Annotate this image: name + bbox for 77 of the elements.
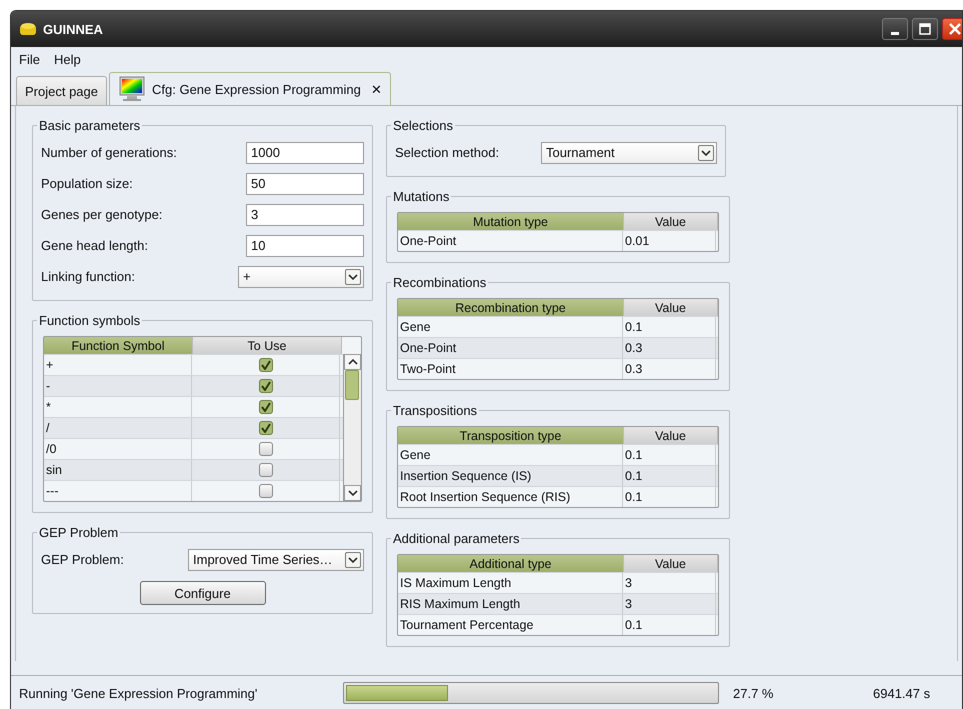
minimize-icon: [891, 32, 899, 34]
column-header[interactable]: Additional type: [398, 555, 624, 572]
table-cell: Insertion Sequence (IS): [398, 466, 623, 486]
group-title: GEP Problem: [38, 525, 120, 540]
dropdown[interactable]: +: [238, 266, 364, 288]
elapsed-time: 6941.47 s: [872, 686, 930, 700]
checkbox[interactable]: [258, 358, 272, 372]
table-cell: Two-Point: [398, 359, 623, 379]
field-label: Number of generations:: [41, 145, 177, 160]
tab[interactable]: Project page: [16, 76, 107, 105]
group-title: Basic parameters: [38, 118, 142, 133]
table-cell: 0.1: [623, 466, 716, 486]
table-cell: 0.3: [623, 338, 716, 358]
field-label: Selection method:: [395, 145, 500, 160]
app-logo-icon: [19, 21, 37, 37]
checkbox[interactable]: [258, 442, 272, 456]
minimize-button[interactable]: [882, 18, 908, 40]
status-text: Running 'Gene Expression Programming': [19, 686, 258, 700]
table-cell: sin: [44, 460, 192, 480]
column-header[interactable]: Value: [624, 555, 718, 572]
close-button[interactable]: [942, 18, 962, 40]
field-label: Genes per genotype:: [41, 207, 162, 222]
table-cell: /: [44, 418, 192, 438]
dropdown[interactable]: Improved Time Series…: [188, 548, 364, 570]
table-cell: ---: [44, 481, 192, 501]
scrollbar[interactable]: [343, 354, 361, 501]
group-title: Mutations: [392, 189, 450, 204]
checkbox[interactable]: [258, 400, 272, 414]
column-header[interactable]: To Use: [193, 337, 342, 354]
table-cell: Tournament Percentage: [398, 615, 623, 635]
table-cell: RIS Maximum Length: [398, 594, 623, 614]
tab[interactable]: Cfg: Gene Expression Programming ✕: [109, 72, 391, 105]
table-cell: 3: [623, 594, 716, 614]
group-title: Function symbols: [38, 313, 142, 328]
progress-percent: 27.7 %: [732, 686, 774, 700]
checkbox[interactable]: [258, 379, 272, 393]
scroll-thumb[interactable]: [345, 370, 359, 400]
checkbox[interactable]: [258, 484, 272, 498]
column-header[interactable]: Mutation type: [398, 213, 624, 230]
text-field[interactable]: 3: [246, 204, 364, 226]
group-title: Additional parameters: [392, 531, 520, 546]
menu-item[interactable]: Help: [54, 52, 81, 66]
group-title: Transpositions: [392, 403, 478, 418]
dropdown[interactable]: Tournament: [541, 142, 717, 164]
column-header[interactable]: Value: [624, 213, 718, 230]
table-cell: Root Insertion Sequence (RIS): [398, 487, 623, 507]
configure-button[interactable]: Configure: [140, 581, 266, 605]
text-field[interactable]: 10: [246, 234, 364, 256]
table-cell: 0.1: [623, 487, 716, 507]
monitor-icon: [118, 76, 146, 102]
column-header[interactable]: Value: [624, 427, 718, 444]
menu-item[interactable]: File: [19, 52, 40, 66]
text-field[interactable]: 50: [246, 172, 364, 194]
column-header[interactable]: Function Symbol: [44, 337, 193, 354]
field-label: Gene head length:: [41, 238, 148, 253]
checkbox[interactable]: [258, 463, 272, 477]
column-header[interactable]: Value: [624, 299, 718, 316]
text-field[interactable]: 1000: [246, 142, 364, 164]
window-title: GUINNEA: [43, 22, 104, 36]
table-cell: One-Point: [398, 338, 623, 358]
table-cell: One-Point: [398, 231, 623, 251]
table-cell: -: [44, 376, 192, 396]
group-title: Recombinations: [392, 275, 488, 290]
table-cell: 0.3: [623, 359, 716, 379]
field-label: GEP Problem:: [41, 552, 124, 567]
maximize-icon: [919, 23, 931, 35]
group-title: Selections: [392, 118, 454, 133]
table-cell: 0.01: [623, 231, 716, 251]
field-label: Linking function:: [41, 269, 135, 284]
close-tab-icon[interactable]: ✕: [370, 82, 382, 96]
table-cell: 0.1: [623, 615, 716, 635]
column-header[interactable]: Transposition type: [398, 427, 624, 444]
checkbox[interactable]: [258, 421, 272, 435]
close-icon: [949, 23, 961, 35]
field-label: Population size:: [41, 176, 133, 191]
column-header[interactable]: Recombination type: [398, 299, 624, 316]
maximize-button[interactable]: [912, 18, 938, 40]
